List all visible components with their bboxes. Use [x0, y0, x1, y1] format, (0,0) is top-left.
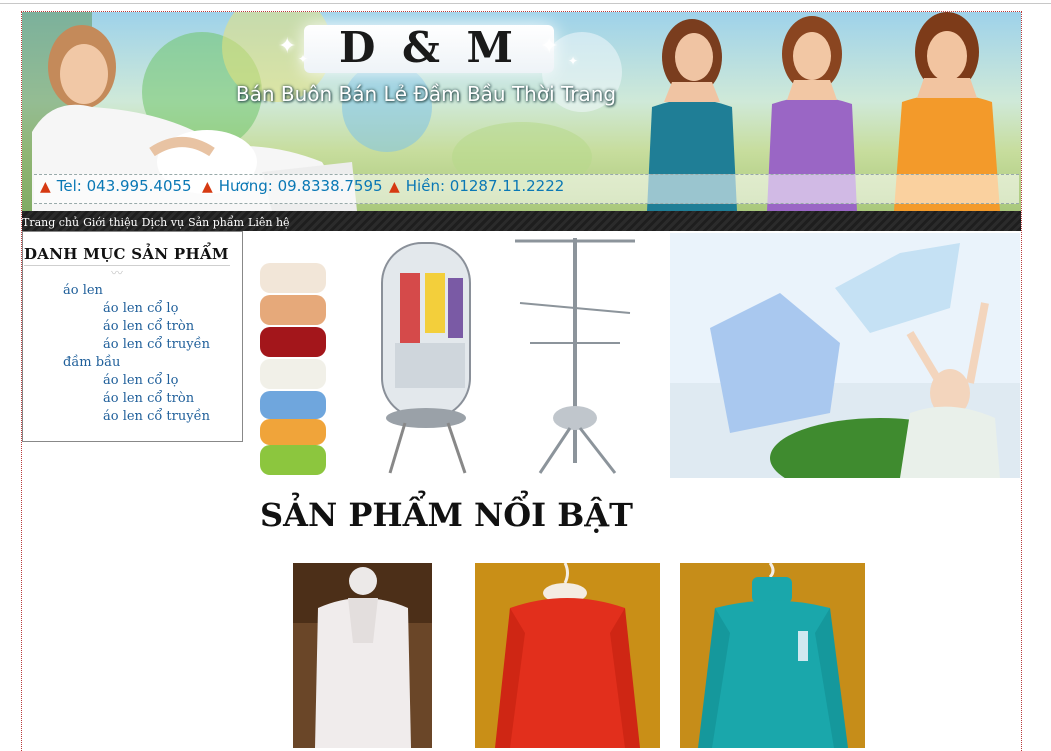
product-card[interactable] [293, 563, 432, 748]
subcategory-link[interactable]: áo len cổ truyền [103, 337, 210, 352]
flame-icon: ▲ [202, 179, 213, 195]
laundry-scene-image [670, 233, 1020, 478]
flame-icon: ▲ [389, 179, 400, 195]
subcategory-link[interactable]: áo len cổ truyền [103, 409, 210, 424]
sparkle-icon: ✦ [298, 52, 309, 66]
product-card[interactable] [680, 563, 865, 748]
contact-tel: ▲ Tel: 043.995.4055 [40, 177, 192, 195]
sparkle-icon: ✦ [540, 34, 559, 59]
nav-contact[interactable]: Liên hệ [248, 216, 290, 229]
subcategory-link[interactable]: áo len cổ tròn [103, 391, 194, 406]
category-sidebar: DANH MỤC SẢN PHẨM 〰 áo len áo len cổ lọ … [22, 231, 243, 442]
nav-about[interactable]: Giới thiệu [83, 216, 138, 229]
nav-home[interactable]: Trang chủ [22, 216, 79, 229]
nav-services[interactable]: Dịch vụ [142, 216, 184, 229]
header-banner: D & M ✦ ✦ ✦ ✦ Bán Buôn Bán Lẻ Đầm Bầu Th… [22, 12, 1021, 211]
subcategory-link[interactable]: áo len cổ lọ [103, 373, 178, 388]
featured-products-title: SẢN PHẨM NỔI BẬT [260, 496, 633, 534]
main-nav: Trang chủ Giới thiệu Dịch vụ Sản phẩm Liên h… [22, 211, 1021, 231]
subcategory-link[interactable]: áo len cổ lọ [103, 301, 178, 316]
site-tagline: Bán Buôn Bán Lẻ Đầm Bầu Thời Trang [235, 82, 617, 106]
promo-image [260, 233, 1020, 478]
page-container: D & M ✦ ✦ ✦ ✦ Bán Buôn Bán Lẻ Đầm Bầu Th… [21, 11, 1022, 751]
contact-huong: ▲ Hương: 09.8338.7595 [202, 177, 383, 195]
nav-products[interactable]: Sản phẩm [188, 216, 244, 229]
flame-icon: ▲ [40, 179, 51, 195]
site-logo[interactable]: D & M [304, 23, 554, 72]
category-dam-bau[interactable]: đầm bầu [63, 355, 120, 370]
product-card[interactable] [475, 563, 660, 748]
sidebar-divider [24, 265, 230, 266]
promo-slideshow[interactable] [260, 233, 1020, 478]
category-ao-len[interactable]: áo len [63, 283, 103, 298]
browser-top-rule [0, 3, 1051, 4]
subcategory-link[interactable]: áo len cổ tròn [103, 319, 194, 334]
sparkle-icon: ✦ [568, 54, 579, 68]
sidebar-title: DANH MỤC SẢN PHẨM [24, 245, 229, 263]
ornament-icon: 〰 [111, 266, 124, 280]
sparkle-icon: ✦ [278, 34, 297, 59]
contact-hien: ▲ Hiền: 01287.11.2222 [389, 177, 565, 195]
